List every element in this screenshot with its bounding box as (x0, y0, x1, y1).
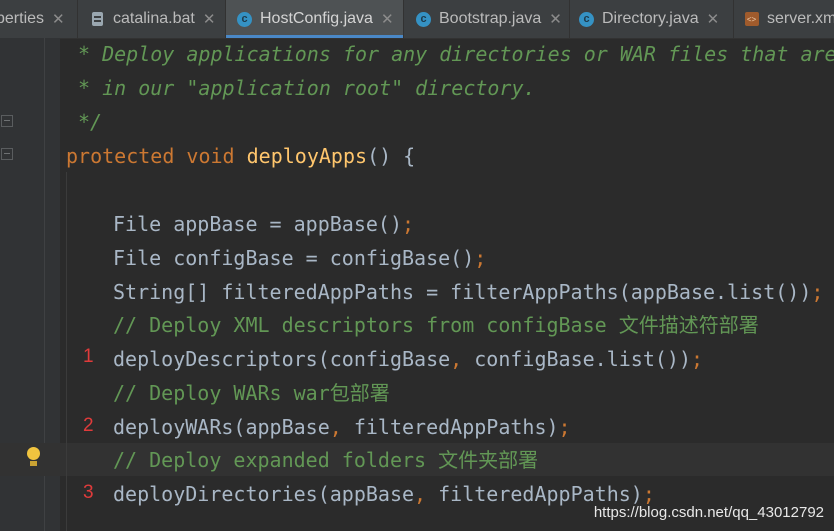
line-comment: // Deploy expanded folders 文件夹部署 (113, 448, 539, 472)
tab-label: perties (0, 10, 45, 27)
tab-properties[interactable]: perties ✕ (0, 0, 78, 38)
doc-comment-line: * Deploy applications for any directorie… (78, 42, 834, 66)
code-line: deployDirectories(appBase, filteredAppPa… (113, 482, 655, 506)
xml-file-icon: <> (744, 12, 759, 27)
code-line: File configBase = configBase(); (113, 246, 487, 270)
tab-label: catalina.bat (113, 10, 195, 27)
doc-comment-line: * in our "application root" directory. (78, 76, 536, 100)
method-signature: protected void deployApps() { (66, 144, 416, 168)
class-icon: c (416, 11, 431, 27)
editor-tab-bar: perties ✕ catalina.bat ✕ c HostConfig.ja… (0, 0, 834, 39)
tab-label: Bootstrap.java (439, 10, 542, 27)
code-line: File appBase = appBase(); (113, 212, 415, 236)
tab-label: server.xm (767, 10, 834, 27)
line-comment: // Deploy WARs war包部署 (113, 381, 390, 405)
close-icon[interactable]: ✕ (52, 10, 65, 28)
code-line: deployWARs(appBase, filteredAppPaths); (113, 415, 571, 439)
class-icon: c (579, 11, 594, 27)
close-icon[interactable]: ✕ (381, 10, 394, 28)
code-line: deployDescriptors(configBase, configBase… (113, 347, 704, 371)
tab-hostconfig-java[interactable]: c HostConfig.java ✕ (226, 0, 404, 38)
annotation-number: 1 (83, 346, 94, 367)
annotation-number: 3 (83, 482, 94, 503)
close-icon[interactable]: ✕ (549, 10, 562, 28)
annotation-number: 2 (83, 415, 94, 436)
fold-marker-icon[interactable] (1, 115, 13, 127)
tab-label: HostConfig.java (260, 10, 373, 27)
indent-guide (66, 172, 67, 531)
tab-directory-java[interactable]: c Directory.java ✕ (570, 0, 734, 38)
tab-bootstrap-java[interactable]: c Bootstrap.java ✕ (404, 0, 570, 38)
tab-catalina-bat[interactable]: catalina.bat ✕ (78, 0, 226, 38)
lightbulb-icon[interactable] (27, 447, 41, 467)
tab-server-xml[interactable]: <> server.xm (734, 0, 834, 38)
doc-comment-line: */ (78, 110, 103, 134)
class-icon: c (237, 11, 252, 27)
watermark: https://blog.csdn.net/qq_43012792 (593, 504, 824, 521)
file-icon (90, 12, 105, 27)
line-comment: // Deploy XML descriptors from configBas… (113, 313, 759, 337)
fold-marker-icon[interactable] (1, 148, 13, 160)
tab-label: Directory.java (602, 10, 699, 27)
close-icon[interactable]: ✕ (707, 10, 720, 28)
method-name: deployApps (246, 144, 368, 168)
code-line: String[] filteredAppPaths = filterAppPat… (113, 280, 824, 304)
close-icon[interactable]: ✕ (203, 10, 216, 28)
